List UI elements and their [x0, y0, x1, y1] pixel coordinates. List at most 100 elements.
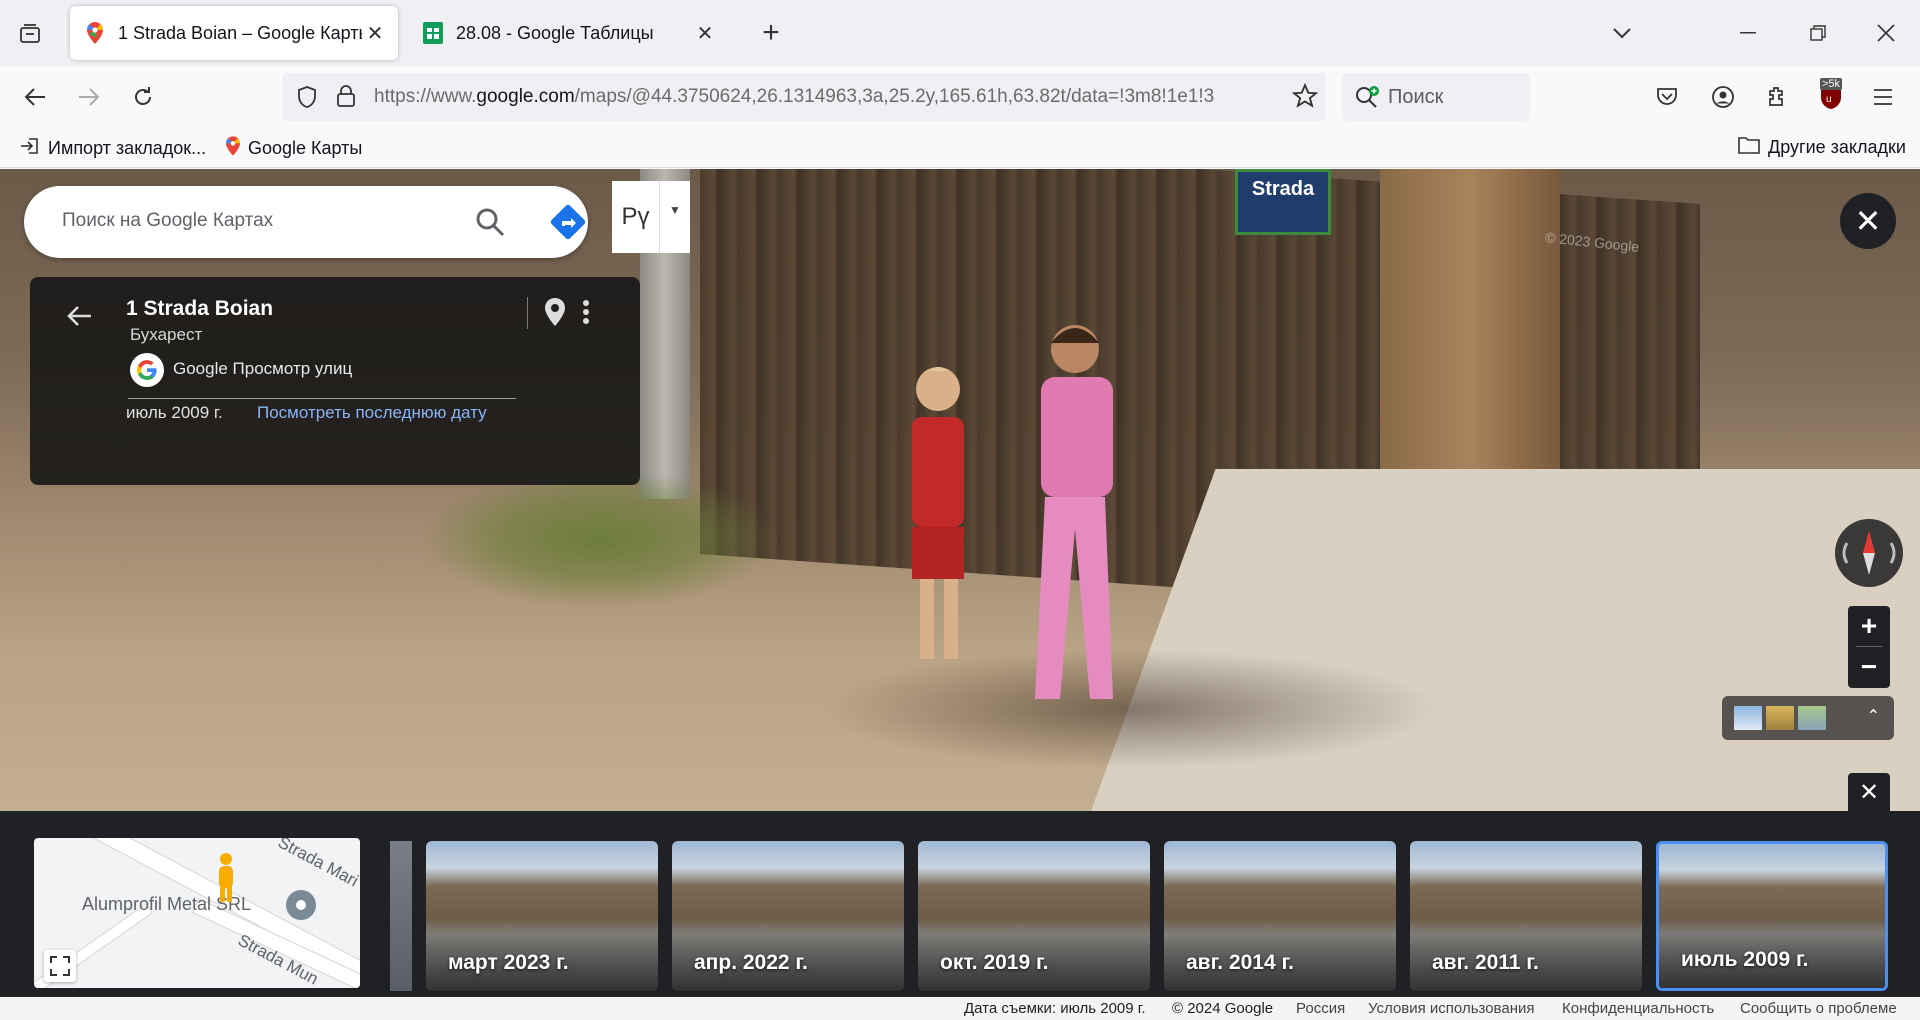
divider [527, 297, 528, 329]
back-arrow-icon[interactable] [64, 301, 94, 331]
menu-icon[interactable] [1866, 80, 1900, 114]
google-logo-icon [130, 353, 164, 387]
new-tab-icon[interactable]: + [754, 16, 788, 50]
layers-toggle[interactable]: ⌃ [1722, 696, 1894, 740]
street-view-panorama[interactable]: Strada © 2023 Google Поиск на Google Кар… [0, 169, 1920, 811]
divider [128, 398, 516, 399]
timeline-thumbnail-partial[interactable] [390, 841, 412, 991]
chevron-up-icon[interactable]: ⌃ [1867, 706, 1880, 726]
tab-google-sheets[interactable]: 28.08 - Google Таблицы ✕ [408, 6, 728, 60]
google-sheets-icon [422, 22, 444, 44]
country-link[interactable]: Россия [1296, 1000, 1345, 1017]
timeline-thumbnail[interactable]: окт. 2019 г. [918, 841, 1150, 991]
bookmark-google-maps[interactable]: Google Карты [226, 136, 362, 161]
maps-search-card[interactable]: Поиск на Google Картах [24, 186, 588, 258]
place-city: Бухарест [130, 325, 203, 344]
timeline-date-label: апр. 2022 г. [694, 951, 808, 974]
maps-footer: Дата съемки: июль 2009 г. © 2024 Google … [0, 997, 1920, 1020]
account-icon[interactable] [1706, 80, 1740, 114]
see-latest-date-link[interactable]: Посмотреть последнюю дату [257, 403, 487, 423]
timeline-thumbnail[interactable]: авг. 2014 г. [1164, 841, 1396, 991]
capture-date: июль 2009 г. [126, 403, 223, 422]
shield-icon[interactable] [296, 85, 318, 114]
restore-icon[interactable] [1800, 16, 1836, 50]
expand-icon[interactable] [44, 950, 76, 982]
child-figure-2 [1035, 325, 1113, 699]
privacy-link[interactable]: Конфиденциальность [1562, 1000, 1714, 1017]
search-icon[interactable] [474, 206, 506, 238]
zoom-in-button[interactable]: + [1848, 606, 1890, 646]
pocket-icon[interactable] [1650, 80, 1684, 114]
bookmarks-bar: Импорт закладок... Google Карты Другие з… [0, 128, 1920, 168]
directions-icon[interactable] [550, 204, 586, 240]
location-info-panel: 1 Strada Boian Бухарест Google Просмотр … [30, 277, 640, 485]
back-icon[interactable] [18, 80, 52, 114]
more-options-icon[interactable] [582, 297, 602, 327]
tab-title: 1 Strada Boian – Google Карты [118, 22, 362, 43]
close-tab-icon[interactable]: ✕ [692, 20, 718, 46]
lock-icon[interactable] [336, 84, 356, 113]
browser-search-box[interactable]: Поиск [1342, 73, 1530, 121]
close-timeline-button[interactable]: ✕ [1848, 773, 1890, 811]
chevron-down-icon[interactable]: ▼ [660, 181, 690, 253]
minimap[interactable]: Strada Mari Strada Mun Alumprofil Metal … [34, 838, 360, 988]
ime-language[interactable]: Рү [612, 181, 660, 253]
place-marker-icon[interactable] [284, 888, 318, 927]
timeline-thumbnail[interactable]: авг. 2011 г. [1410, 841, 1642, 991]
url-bar[interactable]: https://www.google.com/maps/@44.3750624,… [282, 73, 1326, 121]
street-sign: Strada [1235, 169, 1331, 235]
timeline-thumbnail[interactable]: апр. 2022 г. [672, 841, 904, 991]
timeline-date-label: окт. 2019 г. [940, 951, 1049, 974]
close-tab-icon[interactable]: ✕ [362, 20, 388, 46]
other-bookmarks-label: Другие закладки [1768, 137, 1906, 157]
tab-overflow-chevron-icon[interactable] [1604, 16, 1640, 50]
search-placeholder: Поиск [1388, 85, 1444, 108]
google-maps-pin-icon [226, 136, 240, 161]
copyright: © 2024 Google [1172, 1000, 1274, 1017]
terms-link[interactable]: Условия использования [1368, 1000, 1535, 1017]
zoom-out-button[interactable]: − [1848, 647, 1890, 687]
pegman-icon[interactable] [212, 852, 240, 911]
place-title: 1 Strada Boian [126, 297, 274, 320]
other-bookmarks[interactable]: Другие закладки [1738, 136, 1906, 159]
layer-thumbnail[interactable] [1766, 706, 1794, 730]
tab-google-maps[interactable]: 1 Strada Boian – Google Карты ✕ [70, 6, 398, 60]
folder-icon [1738, 136, 1760, 159]
input-method-selector[interactable]: Рү ▼ [612, 181, 690, 253]
timeline-date-label: авг. 2014 г. [1186, 951, 1294, 974]
timeline-thumbnail-selected[interactable]: июль 2009 г. [1656, 841, 1888, 991]
timeline-thumbnail[interactable]: март 2023 г. [426, 841, 658, 991]
reload-icon[interactable] [126, 80, 160, 114]
grass-image [420, 469, 780, 609]
timeline-date-label: авг. 2011 г. [1432, 951, 1539, 974]
location-pin-icon[interactable] [543, 297, 571, 327]
extension-badge: >5k [1820, 78, 1843, 90]
compass-icon[interactable] [1835, 519, 1903, 587]
bookmark-star-icon[interactable] [1291, 82, 1319, 114]
forward-icon[interactable] [72, 80, 106, 114]
svg-text:u: u [1826, 94, 1832, 105]
navigation-bar: https://www.google.com/maps/@44.3750624,… [0, 66, 1920, 128]
capture-date-footer: Дата съемки: июль 2009 г. [964, 1000, 1146, 1017]
maps-search-input[interactable]: Поиск на Google Картах [62, 210, 273, 232]
bookmark-import[interactable]: Импорт закладок... [20, 136, 206, 161]
bookmark-label: Google Карты [248, 138, 363, 158]
timeline-date-label: март 2023 г. [448, 951, 569, 974]
minimize-icon[interactable] [1730, 16, 1766, 50]
layer-thumbnail[interactable] [1734, 706, 1762, 730]
ublock-origin-icon[interactable]: u >5k [1814, 78, 1848, 114]
tab-title: 28.08 - Google Таблицы [456, 22, 654, 43]
map-street-label: Strada Mari [274, 838, 360, 891]
bookmark-label: Импорт закладок... [48, 138, 207, 158]
report-problem-link[interactable]: Сообщить о проблеме [1740, 1000, 1897, 1017]
google-maps-pin-icon [84, 22, 106, 44]
zoom-control: + − [1848, 606, 1890, 688]
extensions-icon[interactable] [1760, 80, 1794, 114]
close-window-icon[interactable] [1868, 16, 1904, 50]
tab-list-icon[interactable] [14, 18, 46, 50]
layer-thumbnail[interactable] [1798, 706, 1826, 730]
close-street-view-button[interactable]: ✕ [1840, 193, 1896, 249]
url-text[interactable]: https://www.google.com/maps/@44.3750624,… [374, 86, 1274, 108]
import-icon [20, 136, 40, 161]
child-figure-1 [912, 367, 964, 659]
